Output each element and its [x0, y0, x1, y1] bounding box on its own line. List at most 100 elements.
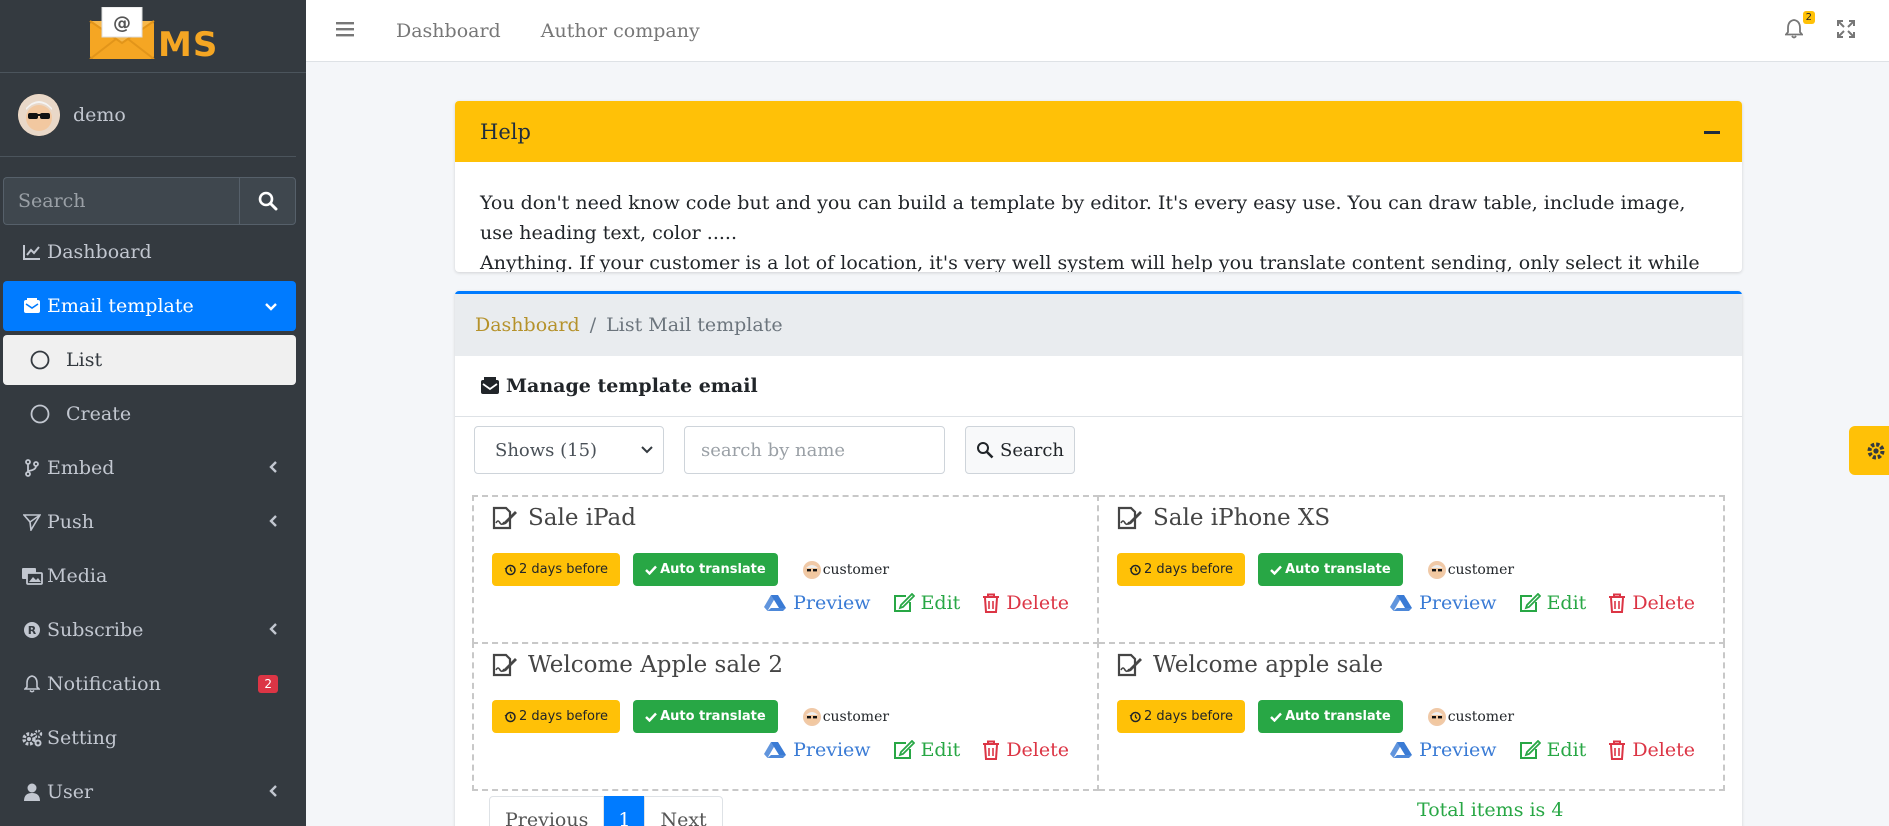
edit-link[interactable]: Edit: [1519, 739, 1586, 761]
sidebar-search-button[interactable]: [239, 177, 296, 225]
bell-icon: [1784, 19, 1804, 39]
trash-icon: [1609, 740, 1626, 760]
sidebar-item-label: Embed: [47, 457, 115, 479]
sidebar-search-input[interactable]: Search: [3, 177, 239, 225]
chevron-down-icon: [264, 295, 278, 317]
sidebar-item-label: Push: [47, 511, 95, 533]
search-icon: [258, 191, 277, 211]
trash-icon: [1609, 593, 1626, 613]
shows-select[interactable]: Shows (15): [474, 426, 664, 474]
preview-link[interactable]: Preview: [763, 739, 871, 761]
photo-video-icon: [21, 565, 43, 587]
edit-link[interactable]: Edit: [893, 739, 960, 761]
sidebar-item-user[interactable]: User: [3, 767, 296, 817]
owner-label: customer: [1427, 707, 1514, 726]
card-title-text: Manage template email: [506, 375, 758, 397]
sidebar-item-create[interactable]: Create: [3, 389, 296, 439]
mail-bulk-icon: [21, 295, 43, 317]
trash-icon: [983, 593, 1000, 613]
collapse-minus-icon[interactable]: [1704, 131, 1720, 134]
help-card-header: Help: [455, 101, 1742, 162]
sidebar-item-dashboard[interactable]: Dashboard: [3, 227, 296, 277]
sidebar-item-setting[interactable]: Setting: [3, 713, 296, 763]
edit-link[interactable]: Edit: [1519, 592, 1586, 614]
pagination-page-1[interactable]: 1: [604, 796, 645, 826]
preview-link[interactable]: Preview: [763, 592, 871, 614]
user-name[interactable]: demo: [73, 104, 126, 126]
settings-toggle-button[interactable]: [1849, 426, 1889, 475]
template-title[interactable]: Welcome Apple sale 2: [528, 652, 783, 678]
check-icon: [1270, 712, 1282, 722]
search-button[interactable]: Search: [965, 426, 1075, 474]
sidebar-item-notification[interactable]: Notification 2: [3, 659, 296, 709]
file-signature-icon: [492, 506, 517, 530]
bell-icon: [21, 673, 43, 695]
top-link-author-company[interactable]: Author company: [541, 20, 700, 42]
template-title[interactable]: Sale iPad: [528, 505, 636, 531]
sidebar-item-label: Create: [66, 403, 132, 425]
owner-avatar: [1427, 707, 1446, 726]
history-icon: [504, 711, 516, 722]
sidebar-item-label: Setting: [47, 727, 118, 749]
drive-icon: [764, 595, 787, 611]
search-by-name-input[interactable]: search by name: [684, 426, 945, 474]
sidebar-item-embed[interactable]: Embed: [3, 443, 296, 493]
owner-label: customer: [802, 707, 889, 726]
owner-avatar: [802, 707, 821, 726]
svg-text:R: R: [28, 624, 37, 637]
svg-text:@: @: [113, 13, 131, 34]
user-panel[interactable]: demo: [0, 73, 296, 157]
sidebar-item-media[interactable]: Media: [3, 551, 296, 601]
sidebar-item-label: Email template: [47, 295, 194, 317]
sidebar-item-subscribe[interactable]: R Subscribe: [3, 605, 296, 655]
check-icon: [1270, 565, 1282, 575]
sidebar-item-push[interactable]: Push: [3, 497, 296, 547]
time-badge: 2 days before: [492, 700, 621, 733]
user-icon: [21, 781, 43, 803]
sidebar: @ MS demo Search Dashboard Email templat…: [0, 0, 306, 826]
template-title[interactable]: Welcome apple sale: [1153, 652, 1383, 678]
gear-icon: [1867, 442, 1885, 459]
envelope-logo-icon: @: [89, 7, 155, 59]
brand[interactable]: @ MS: [0, 0, 306, 73]
trash-icon: [983, 740, 1000, 760]
pagination-previous[interactable]: Previous: [489, 796, 605, 826]
delete-link[interactable]: Delete: [1608, 739, 1695, 761]
fullscreen-button[interactable]: [1837, 20, 1855, 42]
owner-avatar: [802, 560, 821, 579]
help-title: Help: [480, 119, 531, 144]
owner-label: customer: [802, 560, 889, 579]
help-card: Help You don't need know code but and yo…: [455, 101, 1742, 272]
delete-link[interactable]: Delete: [982, 739, 1069, 761]
help-line-2: Anything. If your customer is a lot of l…: [480, 252, 1700, 272]
chevron-left-icon: [268, 457, 278, 479]
auto-translate-badge: Auto translate: [1258, 553, 1403, 586]
time-badge: 2 days before: [1117, 700, 1246, 733]
top-right-controls: 2: [1784, 0, 1889, 62]
breadcrumb-dashboard-link[interactable]: Dashboard: [475, 314, 580, 336]
hamburger-menu-icon[interactable]: [336, 21, 356, 41]
preview-link[interactable]: Preview: [1389, 592, 1497, 614]
delete-link[interactable]: Delete: [982, 592, 1069, 614]
top-link-dashboard[interactable]: Dashboard: [396, 20, 501, 42]
mail-bulk-icon: [481, 377, 499, 394]
sidebar-item-label: Notification: [47, 673, 161, 695]
template-title[interactable]: Sale iPhone XS: [1153, 505, 1330, 531]
breadcrumb-current: List Mail template: [606, 314, 783, 336]
sidebar-item-list[interactable]: List: [3, 335, 296, 385]
notification-badge: 2: [258, 675, 278, 693]
notifications-button[interactable]: 2: [1784, 11, 1815, 43]
top-navbar: Dashboard Author company 2: [306, 0, 1889, 62]
sidebar-item-email-template[interactable]: Email template: [3, 281, 296, 331]
brand-text: MS: [158, 25, 219, 65]
edit-link[interactable]: Edit: [893, 592, 960, 614]
preview-link[interactable]: Preview: [1389, 739, 1497, 761]
chevron-left-icon: [268, 511, 278, 533]
breadcrumb-separator: /: [589, 314, 597, 336]
template-grid: Sale iPad 2 days before Auto translate c…: [472, 495, 1725, 791]
avatar: [18, 93, 60, 136]
delete-link[interactable]: Delete: [1608, 592, 1695, 614]
sidebar-item-label: List: [66, 349, 103, 371]
template-card: Sale iPhone XS 2 days before Auto transl…: [1099, 495, 1725, 644]
pagination-next[interactable]: Next: [644, 796, 723, 826]
